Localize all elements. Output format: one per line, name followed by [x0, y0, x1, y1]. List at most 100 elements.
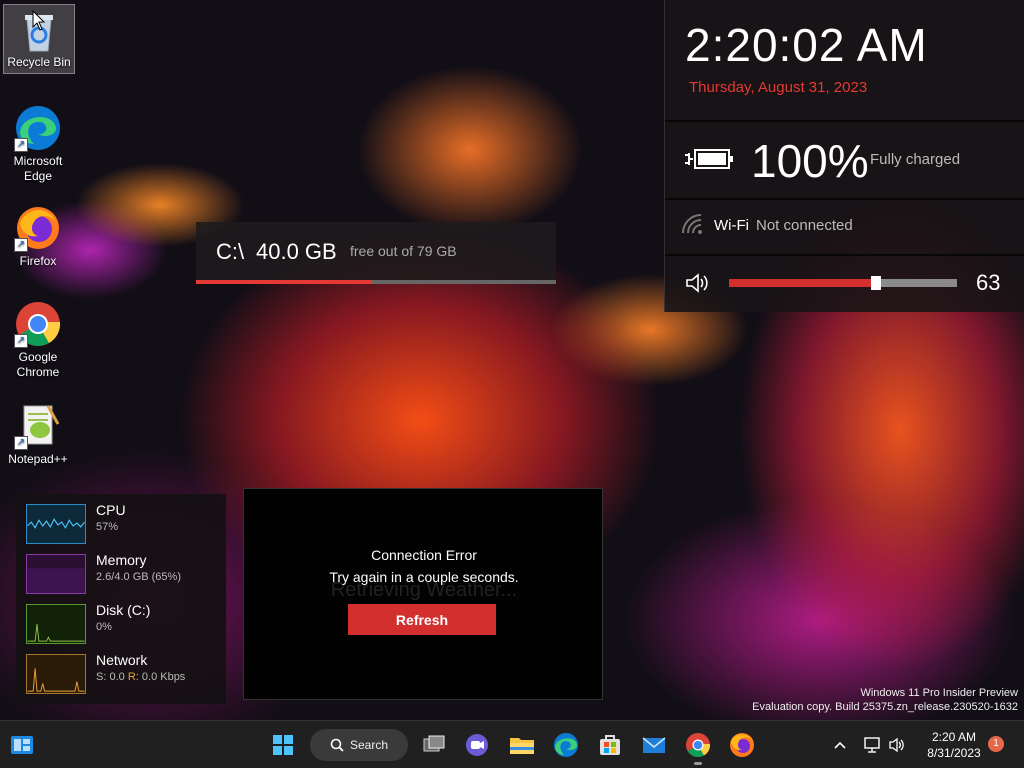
desktop-icon-label: Microsoft Edge	[13, 154, 63, 183]
perf-row-network: Network S: 0.0 R: 0.0 Kbps	[26, 652, 221, 698]
divider	[665, 120, 1024, 122]
store-button[interactable]	[594, 729, 626, 761]
memory-value: 2.6/4.0 GB (65%)	[96, 571, 181, 583]
perf-row-cpu: CPU 57%	[26, 502, 221, 548]
task-view-button[interactable]	[418, 729, 450, 761]
network-speaker-icons	[864, 737, 904, 753]
speaker-icon[interactable]	[685, 272, 711, 294]
watermark-line-2: Evaluation copy. Build 25375.zn_release.…	[752, 701, 1018, 713]
battery-plug-icon	[685, 149, 733, 169]
windows-watermark: Windows 11 Pro Insider Preview Evaluatio…	[752, 686, 1018, 714]
taskbar-date: 8/31/2023	[927, 746, 981, 760]
widgets-button[interactable]	[6, 729, 38, 761]
edge-taskbar-button[interactable]	[550, 729, 582, 761]
disk-graph	[26, 604, 86, 644]
disk-space-widget: C:\ 40.0 GB free out of 79 GB	[196, 222, 556, 284]
battery-percent: 100%	[751, 135, 869, 187]
clock-date: Thursday, August 31, 2023	[689, 79, 868, 96]
start-button[interactable]	[267, 729, 299, 761]
cpu-value: 57%	[96, 521, 119, 533]
chrome-icon: ↗	[14, 300, 62, 348]
memory-graph	[26, 554, 86, 594]
search-label: Search	[350, 738, 389, 752]
battery-status: Fully charged	[870, 151, 961, 168]
desktop-icon-firefox[interactable]: ↗ Firefox	[2, 204, 74, 269]
network-value: S: 0.0 R: 0.0 Kbps	[96, 671, 185, 683]
task-view-icon	[423, 735, 445, 752]
chrome-icon	[686, 733, 711, 758]
search-icon	[330, 738, 344, 752]
widgets-icon	[11, 736, 33, 754]
chrome-taskbar-button[interactable]	[682, 729, 714, 765]
clock-status-panel: 2:20:02 AM Thursday, August 31, 2023 100…	[664, 0, 1024, 312]
weather-error-message: Try again in a couple seconds.	[329, 569, 519, 585]
chat-icon	[466, 734, 488, 756]
store-icon	[600, 735, 620, 755]
memory-label: Memory	[96, 552, 147, 568]
taskbar-time: 2:20 AM	[931, 730, 977, 744]
quick-settings-button[interactable]	[858, 729, 914, 761]
show-hidden-icons-button[interactable]	[826, 729, 854, 761]
firefox-icon	[730, 733, 754, 757]
performance-widget: CPU 57% Memory 2.6/4.0 GB (65%) Disk (C:…	[16, 494, 226, 704]
desktop-icon-chrome[interactable]: ↗ Google Chrome	[2, 300, 74, 380]
chevron-up-icon	[834, 741, 846, 749]
weather-widget: Retrieving Weather... Connection Error T…	[243, 488, 603, 700]
network-send-value: 0.0	[109, 671, 125, 683]
desktop-icon-edge[interactable]: ↗ Microsoft Edge	[2, 104, 74, 184]
file-explorer-button[interactable]	[506, 729, 538, 761]
volume-value: 63	[976, 270, 1001, 295]
divider	[665, 254, 1024, 256]
disk-drive-letter: C:\	[216, 239, 245, 264]
notepadpp-icon: ↗	[14, 402, 62, 450]
disk-label: Disk (C:)	[96, 602, 151, 618]
firefox-taskbar-button[interactable]	[726, 729, 758, 761]
volume-fill	[729, 279, 873, 287]
cpu-label: CPU	[96, 502, 126, 518]
volume-slider[interactable]	[729, 276, 957, 290]
refresh-button[interactable]: Refresh	[348, 604, 496, 635]
perf-row-disk: Disk (C:) 0%	[26, 602, 221, 648]
weather-error-title: Connection Error	[371, 547, 477, 563]
disk-value: 0%	[96, 621, 112, 633]
desktop-icon-label: Recycle Bin	[7, 55, 71, 69]
edge-icon: ↗	[14, 104, 62, 152]
disk-usage-fill	[196, 280, 373, 284]
windows-start-icon	[273, 735, 293, 755]
desktop-icon-notepadpp[interactable]: ↗ Notepad++	[2, 402, 74, 467]
cpu-graph	[26, 504, 86, 544]
firefox-icon: ↗	[14, 204, 62, 252]
wifi-status: Not connected	[756, 217, 853, 234]
watermark-line-1: Windows 11 Pro Insider Preview	[860, 687, 1018, 699]
edge-icon	[554, 733, 578, 757]
folder-icon	[510, 738, 534, 754]
network-send-label: S:	[96, 671, 107, 683]
shortcut-arrow-icon: ↗	[14, 436, 28, 450]
clock-time: 2:20:02 AM	[685, 19, 928, 71]
network-receive-label: R:	[127, 671, 139, 683]
desktop-icon-label: Google Chrome	[16, 350, 60, 379]
perf-row-memory: Memory 2.6/4.0 GB (65%)	[26, 552, 221, 598]
teams-chat-button[interactable]	[461, 729, 493, 761]
taskbar: Search 2:20 AM 8/31/2023 1	[0, 720, 1024, 768]
disk-usage-bar	[196, 280, 556, 284]
disk-free-space: 40.0 GB	[256, 239, 337, 264]
taskbar-clock[interactable]: 2:20 AM 8/31/2023	[917, 729, 991, 761]
notification-badge[interactable]: 1	[988, 736, 1004, 752]
wifi-icon	[682, 214, 702, 234]
mouse-cursor-icon	[32, 10, 46, 31]
desktop-icon-label: Notepad++	[8, 452, 68, 466]
desktop-icon-label: Firefox	[19, 254, 57, 268]
network-label: Network	[96, 652, 148, 668]
network-graph	[26, 654, 86, 694]
mail-button[interactable]	[638, 729, 670, 761]
shortcut-arrow-icon: ↗	[14, 138, 28, 152]
network-receive-value: 0.0 Kbps	[141, 671, 186, 683]
shortcut-arrow-icon: ↗	[14, 334, 28, 348]
taskbar-search[interactable]: Search	[310, 729, 408, 761]
running-indicator	[694, 762, 702, 765]
wifi-label: Wi-Fi	[714, 217, 749, 234]
volume-thumb[interactable]	[871, 276, 881, 290]
shortcut-arrow-icon: ↗	[14, 238, 28, 252]
mail-icon	[642, 737, 666, 753]
